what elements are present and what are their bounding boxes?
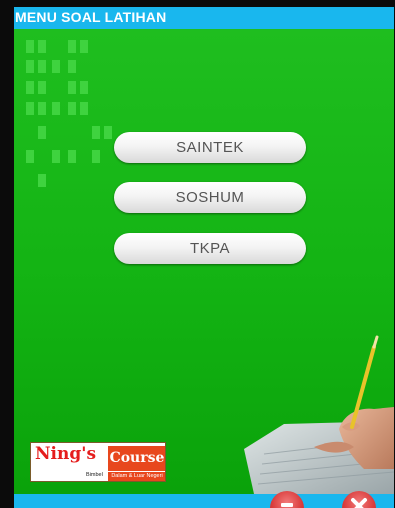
soshum-button[interactable]: SOSHUM	[114, 182, 306, 213]
logo-name-part2: Course	[108, 446, 165, 471]
minimize-icon	[281, 503, 293, 507]
writing-hand-image	[244, 335, 394, 494]
minimize-button[interactable]	[270, 491, 304, 508]
window-title: MENU SOAL LATIHAN	[15, 9, 167, 25]
close-button[interactable]	[342, 491, 376, 508]
saintek-button[interactable]: SAINTEK	[114, 132, 306, 163]
close-icon	[351, 498, 367, 508]
logo-tagline-right: Dalam & Luar Negeri	[108, 472, 165, 481]
logo-name-part1: Ning's	[35, 444, 97, 464]
logo-tagline-left: Bimbel	[86, 472, 103, 478]
tkpa-button[interactable]: TKPA	[114, 233, 306, 264]
app-window: MENU SOAL LATIHAN SAINTEK SOSHUM TKPA Ni…	[14, 7, 394, 508]
bottom-bar	[14, 494, 394, 508]
nings-course-logo: Ning's Course Bimbel Dalam & Luar Negeri	[30, 442, 166, 482]
menu-panel: SAINTEK SOSHUM TKPA Ning's Course Bimbel…	[14, 29, 394, 494]
app-frame: MENU SOAL LATIHAN SAINTEK SOSHUM TKPA Ni…	[0, 0, 395, 508]
